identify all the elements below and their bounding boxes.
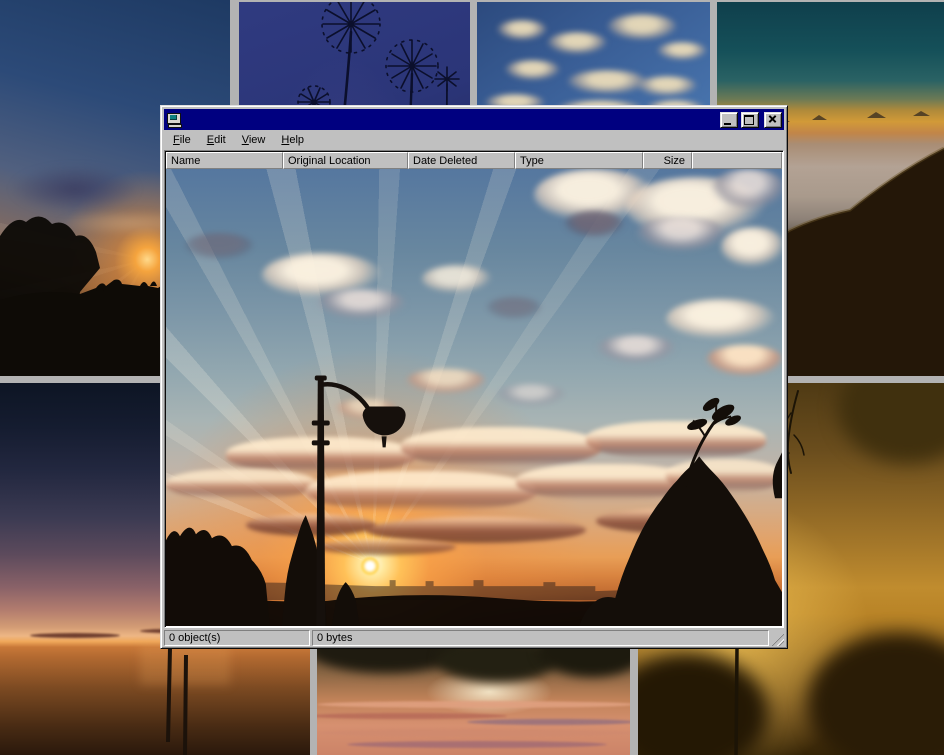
menu-edit[interactable]: Edit [199, 132, 234, 148]
ripple-band [467, 719, 630, 725]
menu-file[interactable]: File [165, 132, 199, 148]
maximize-icon [744, 115, 754, 125]
monitor-shape [167, 113, 181, 124]
sunset-lamppost-photo [166, 169, 782, 626]
column-header-name[interactable]: Name [166, 152, 283, 169]
column-header-type[interactable]: Type [515, 152, 643, 169]
menu-help[interactable]: Help [273, 132, 312, 148]
foreground-silhouettes [166, 169, 782, 626]
ripple-band [347, 741, 607, 748]
ripple-band [317, 701, 630, 708]
cloud-shape [547, 32, 607, 54]
cloud-shape [657, 42, 707, 60]
computer-icon [166, 112, 182, 128]
minimize-icon [724, 123, 731, 125]
column-header-stub [692, 152, 782, 169]
title-bar[interactable] [164, 109, 784, 130]
cloud-shape [497, 20, 547, 40]
column-header-row: Name Original Location Date Deleted Type… [166, 152, 782, 169]
ripple-band [317, 713, 507, 719]
screen-shape [170, 115, 177, 120]
status-bar: 0 object(s) 0 bytes [164, 630, 784, 646]
cloud-shape [637, 76, 697, 96]
cloud-shape [567, 70, 647, 94]
desktop: File Edit View Help Name Original Locati… [0, 0, 944, 755]
edge-tree [773, 452, 782, 498]
column-header-size[interactable]: Size [643, 152, 692, 169]
right-tree-mass [579, 456, 782, 626]
explorer-window: File Edit View Help Name Original Locati… [160, 105, 788, 649]
status-byte-count: 0 bytes [312, 630, 769, 646]
column-header-date-deleted[interactable]: Date Deleted [408, 152, 515, 169]
ripple-band [317, 729, 630, 737]
file-list-view[interactable]: Name Original Location Date Deleted Type… [164, 150, 784, 628]
resize-grip[interactable] [771, 633, 784, 646]
cloud-shape [607, 14, 677, 40]
cloud-shape [505, 60, 560, 80]
base-shape [168, 124, 182, 128]
menu-view[interactable]: View [234, 132, 274, 148]
minimize-button[interactable] [720, 112, 738, 128]
status-object-count: 0 object(s) [164, 630, 310, 646]
column-header-original-location[interactable]: Original Location [283, 152, 408, 169]
menu-bar: File Edit View Help [164, 130, 784, 150]
maximize-button[interactable] [741, 112, 759, 128]
left-bushes [166, 528, 270, 626]
close-button[interactable] [764, 112, 782, 128]
